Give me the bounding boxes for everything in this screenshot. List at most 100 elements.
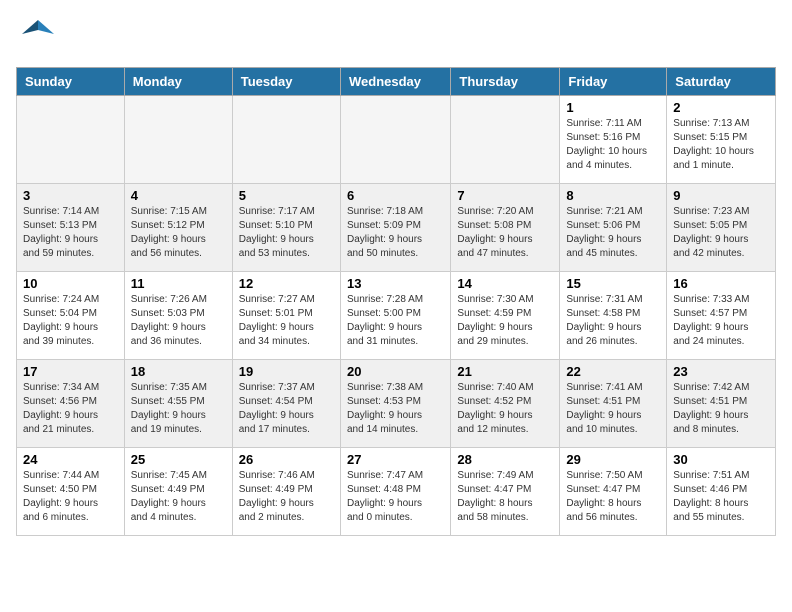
day-number: 1	[566, 100, 660, 115]
day-info: Sunrise: 7:42 AM Sunset: 4:51 PM Dayligh…	[673, 381, 769, 437]
day-number: 13	[347, 276, 444, 291]
day-cell	[124, 96, 232, 184]
calendar-container: Sunday Monday Tuesday Wednesday Thursday…	[0, 67, 792, 544]
day-cell: 25 Sunrise: 7:45 AM Sunset: 4:49 PM Dayli…	[124, 448, 232, 536]
day-cell: 1 Sunrise: 7:11 AM Sunset: 5:16 PM Daylig…	[560, 96, 667, 184]
day-cell: 19Sunrise: 7:37 AM Sunset: 4:54 PM Dayli…	[232, 360, 340, 448]
day-number: 28	[457, 452, 553, 467]
day-info: Sunrise: 7:15 AM Sunset: 5:12 PM Dayligh…	[131, 205, 226, 261]
day-info: Sunrise: 7:49 AM Sunset: 4:47 PM Dayligh…	[457, 469, 553, 525]
logo-bird-icon	[20, 16, 56, 52]
day-cell: 30 Sunrise: 7:51 AM Sunset: 4:46 PM Dayli…	[667, 448, 776, 536]
day-info: Sunrise: 7:46 AM Sunset: 4:49 PM Dayligh…	[239, 469, 334, 525]
day-number: 2	[673, 100, 769, 115]
day-info: Sunrise: 7:51 AM Sunset: 4:46 PM Dayligh…	[673, 469, 769, 525]
day-number: 10	[23, 276, 118, 291]
day-info: Sunrise: 7:21 AM Sunset: 5:06 PM Dayligh…	[566, 205, 660, 261]
header-friday: Friday	[560, 68, 667, 96]
header-sunday: Sunday	[17, 68, 125, 96]
day-info: Sunrise: 7:17 AM Sunset: 5:10 PM Dayligh…	[239, 205, 334, 261]
week-row-2: 3 Sunrise: 7:14 AM Sunset: 5:13 PM Daylig…	[17, 184, 776, 272]
day-cell	[232, 96, 340, 184]
day-number: 20	[347, 364, 444, 379]
day-number: 21	[457, 364, 553, 379]
week-row-1: 1 Sunrise: 7:11 AM Sunset: 5:16 PM Daylig…	[17, 96, 776, 184]
day-number: 11	[131, 276, 226, 291]
day-cell	[17, 96, 125, 184]
day-info: Sunrise: 7:11 AM Sunset: 5:16 PM Dayligh…	[566, 117, 660, 173]
day-info: Sunrise: 7:44 AM Sunset: 4:50 PM Dayligh…	[23, 469, 118, 525]
day-cell	[340, 96, 450, 184]
day-number: 8	[566, 188, 660, 203]
week-row-4: 17Sunrise: 7:34 AM Sunset: 4:56 PM Dayli…	[17, 360, 776, 448]
week-row-3: 10 Sunrise: 7:24 AM Sunset: 5:04 PM Dayli…	[17, 272, 776, 360]
day-number: 3	[23, 188, 118, 203]
day-number: 26	[239, 452, 334, 467]
header-tuesday: Tuesday	[232, 68, 340, 96]
calendar-header-row: Sunday Monday Tuesday Wednesday Thursday…	[17, 68, 776, 96]
day-info: Sunrise: 7:13 AM Sunset: 5:15 PM Dayligh…	[673, 117, 769, 173]
day-cell: 21 Sunrise: 7:40 AM Sunset: 4:52 PM Dayli…	[451, 360, 560, 448]
day-cell: 11 Sunrise: 7:26 AM Sunset: 5:03 PM Dayli…	[124, 272, 232, 360]
day-info: Sunrise: 7:40 AM Sunset: 4:52 PM Dayligh…	[457, 381, 553, 437]
day-cell: 22 Sunrise: 7:41 AM Sunset: 4:51 PM Dayli…	[560, 360, 667, 448]
day-number: 23	[673, 364, 769, 379]
day-cell: 10 Sunrise: 7:24 AM Sunset: 5:04 PM Dayli…	[17, 272, 125, 360]
day-cell: 13 Sunrise: 7:28 AM Sunset: 5:00 PM Dayli…	[340, 272, 450, 360]
day-number: 30	[673, 452, 769, 467]
header-thursday: Thursday	[451, 68, 560, 96]
day-cell: 17Sunrise: 7:34 AM Sunset: 4:56 PM Dayli…	[17, 360, 125, 448]
day-cell: 24 Sunrise: 7:44 AM Sunset: 4:50 PM Dayli…	[17, 448, 125, 536]
day-number: 24	[23, 452, 118, 467]
day-number: 4	[131, 188, 226, 203]
day-info: Sunrise: 7:23 AM Sunset: 5:05 PM Dayligh…	[673, 205, 769, 261]
day-cell: 12 Sunrise: 7:27 AM Sunset: 5:01 PM Dayli…	[232, 272, 340, 360]
day-cell: 2 Sunrise: 7:13 AM Sunset: 5:15 PM Daylig…	[667, 96, 776, 184]
day-info: Sunrise: 7:18 AM Sunset: 5:09 PM Dayligh…	[347, 205, 444, 261]
day-info: Sunrise: 7:34 AM Sunset: 4:56 PM Dayligh…	[23, 381, 118, 437]
day-cell: 27Sunrise: 7:47 AM Sunset: 4:48 PM Dayli…	[340, 448, 450, 536]
day-cell: 7Sunrise: 7:20 AM Sunset: 5:08 PM Daylig…	[451, 184, 560, 272]
day-number: 25	[131, 452, 226, 467]
day-cell: 29Sunrise: 7:50 AM Sunset: 4:47 PM Dayli…	[560, 448, 667, 536]
day-cell	[451, 96, 560, 184]
page-header	[0, 0, 792, 67]
header-monday: Monday	[124, 68, 232, 96]
day-number: 18	[131, 364, 226, 379]
day-number: 12	[239, 276, 334, 291]
day-info: Sunrise: 7:38 AM Sunset: 4:53 PM Dayligh…	[347, 381, 444, 437]
day-info: Sunrise: 7:30 AM Sunset: 4:59 PM Dayligh…	[457, 293, 553, 349]
day-info: Sunrise: 7:41 AM Sunset: 4:51 PM Dayligh…	[566, 381, 660, 437]
day-cell: 16Sunrise: 7:33 AM Sunset: 4:57 PM Dayli…	[667, 272, 776, 360]
day-cell: 15 Sunrise: 7:31 AM Sunset: 4:58 PM Dayli…	[560, 272, 667, 360]
header-saturday: Saturday	[667, 68, 776, 96]
logo	[20, 16, 60, 57]
day-number: 5	[239, 188, 334, 203]
day-number: 27	[347, 452, 444, 467]
day-number: 15	[566, 276, 660, 291]
day-info: Sunrise: 7:28 AM Sunset: 5:00 PM Dayligh…	[347, 293, 444, 349]
day-info: Sunrise: 7:27 AM Sunset: 5:01 PM Dayligh…	[239, 293, 334, 349]
day-cell: 23 Sunrise: 7:42 AM Sunset: 4:51 PM Dayli…	[667, 360, 776, 448]
day-number: 29	[566, 452, 660, 467]
day-info: Sunrise: 7:14 AM Sunset: 5:13 PM Dayligh…	[23, 205, 118, 261]
day-info: Sunrise: 7:31 AM Sunset: 4:58 PM Dayligh…	[566, 293, 660, 349]
week-row-5: 24 Sunrise: 7:44 AM Sunset: 4:50 PM Dayli…	[17, 448, 776, 536]
day-cell: 28 Sunrise: 7:49 AM Sunset: 4:47 PM Dayli…	[451, 448, 560, 536]
day-cell: 8 Sunrise: 7:21 AM Sunset: 5:06 PM Daylig…	[560, 184, 667, 272]
day-number: 9	[673, 188, 769, 203]
day-number: 19	[239, 364, 334, 379]
day-cell: 18Sunrise: 7:35 AM Sunset: 4:55 PM Dayli…	[124, 360, 232, 448]
day-info: Sunrise: 7:24 AM Sunset: 5:04 PM Dayligh…	[23, 293, 118, 349]
day-cell: 5 Sunrise: 7:17 AM Sunset: 5:10 PM Daylig…	[232, 184, 340, 272]
day-cell: 14 Sunrise: 7:30 AM Sunset: 4:59 PM Dayli…	[451, 272, 560, 360]
day-cell: 26 Sunrise: 7:46 AM Sunset: 4:49 PM Dayli…	[232, 448, 340, 536]
day-info: Sunrise: 7:45 AM Sunset: 4:49 PM Dayligh…	[131, 469, 226, 525]
day-number: 22	[566, 364, 660, 379]
day-number: 14	[457, 276, 553, 291]
day-number: 16	[673, 276, 769, 291]
day-info: Sunrise: 7:26 AM Sunset: 5:03 PM Dayligh…	[131, 293, 226, 349]
day-cell: 3 Sunrise: 7:14 AM Sunset: 5:13 PM Daylig…	[17, 184, 125, 272]
day-cell: 6Sunrise: 7:18 AM Sunset: 5:09 PM Daylig…	[340, 184, 450, 272]
calendar-table: Sunday Monday Tuesday Wednesday Thursday…	[16, 67, 776, 536]
